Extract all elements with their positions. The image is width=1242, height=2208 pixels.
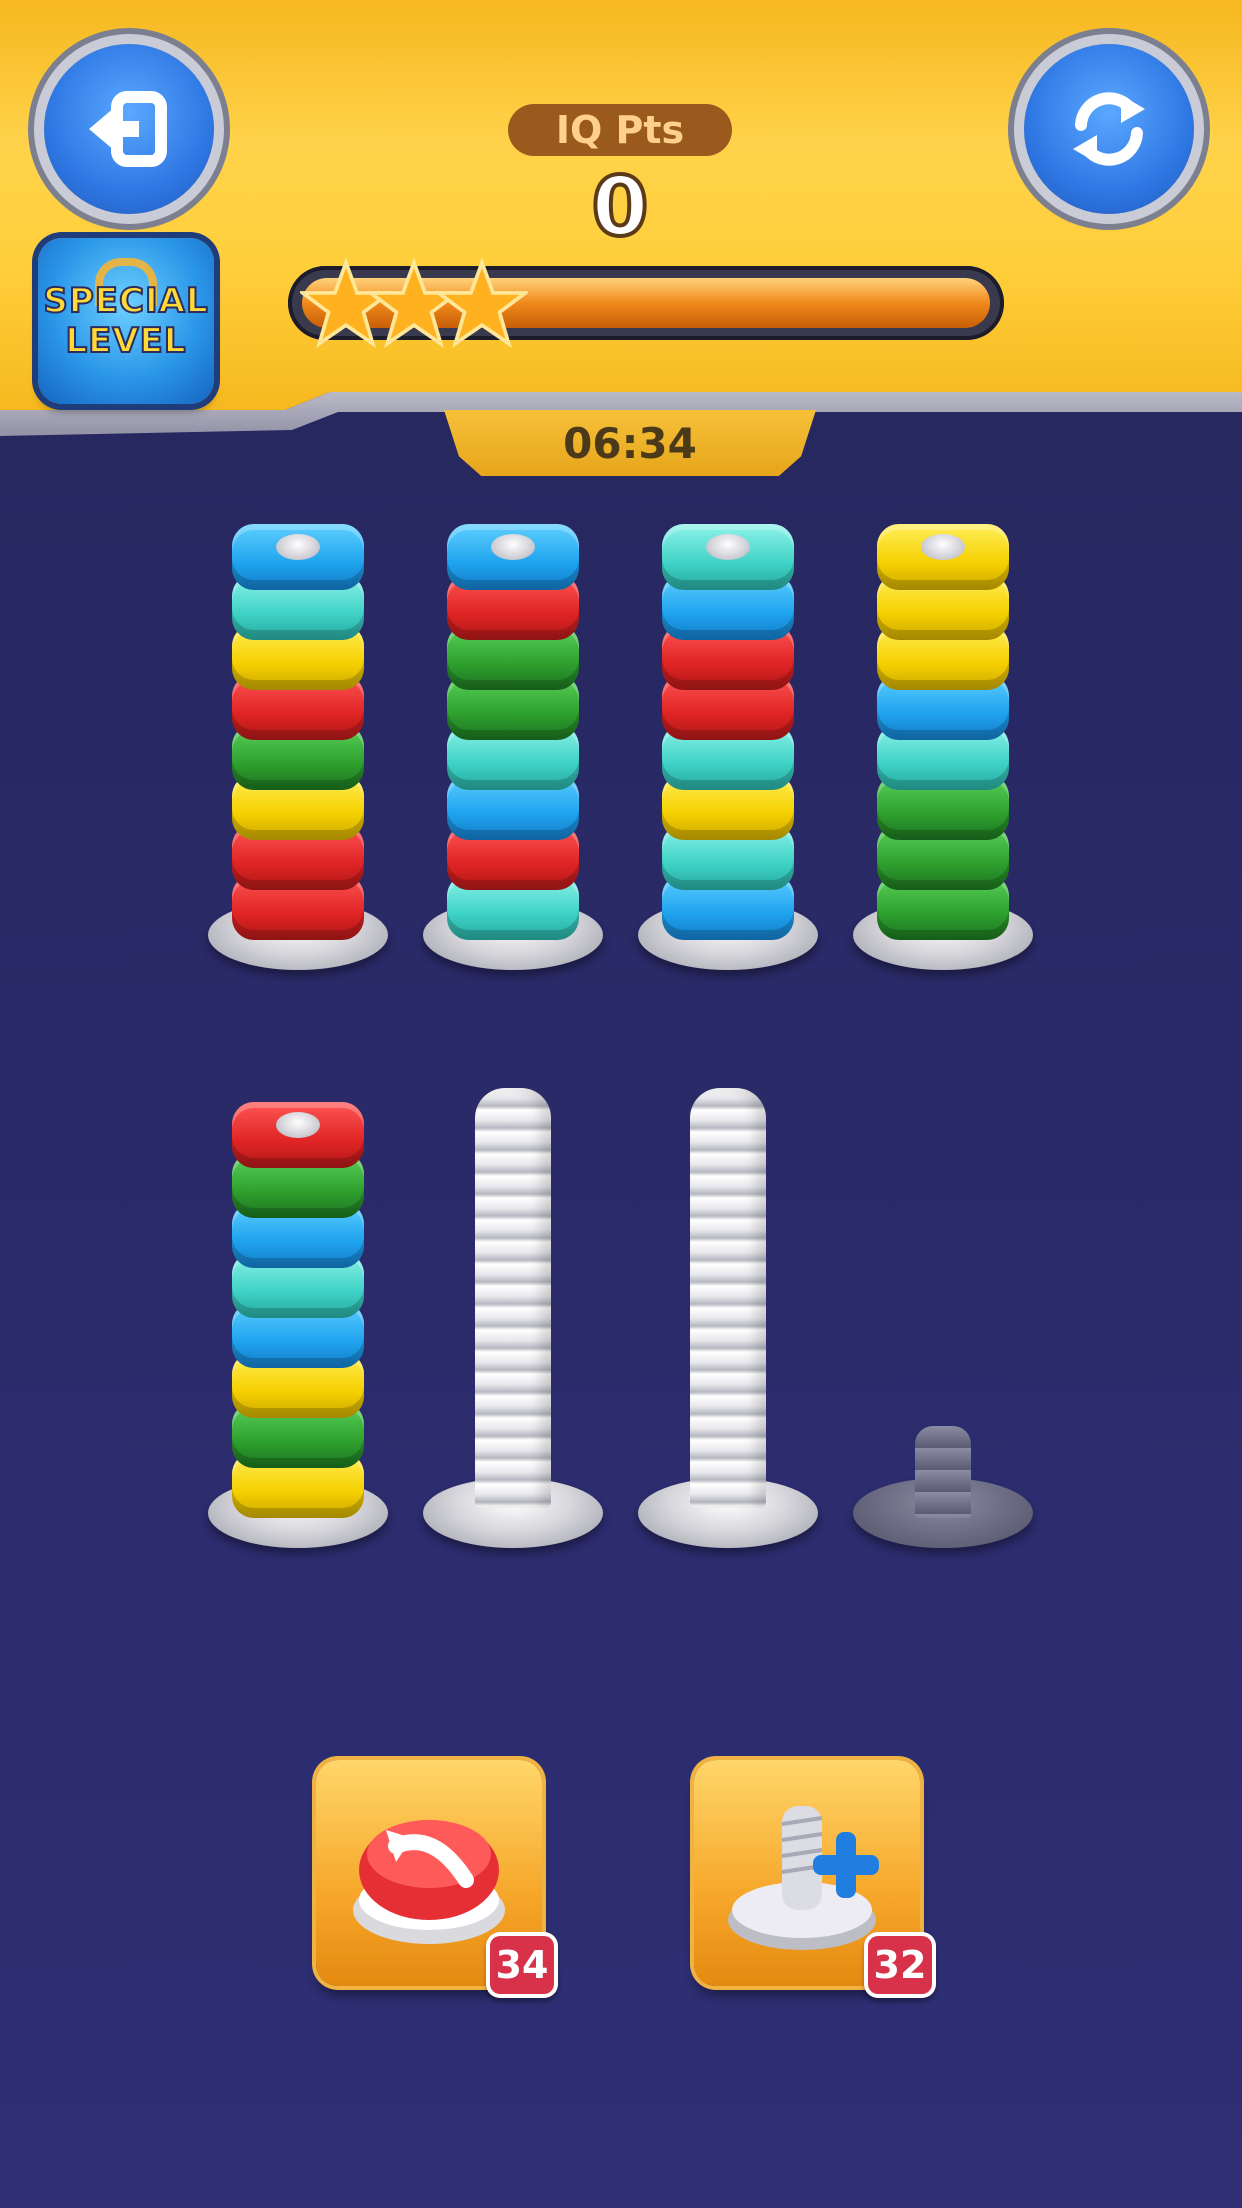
empty-screw-pole[interactable] [423, 1048, 603, 1548]
nut-yellow [877, 524, 1009, 590]
locked-screw-stub [915, 1426, 971, 1518]
exit-button[interactable] [44, 44, 214, 214]
level-timer: 06:34 [444, 410, 816, 476]
nut-teal [662, 524, 794, 590]
iq-points-value: 0 [589, 158, 650, 257]
special-level-line1: SPECIAL [42, 280, 209, 322]
undo-count-badge: 34 [486, 1932, 558, 1998]
threaded-screw [690, 1088, 766, 1508]
screw-pole[interactable] [208, 1048, 388, 1548]
exit-icon [89, 91, 167, 167]
special-level-line2: LEVEL [64, 320, 187, 362]
threaded-screw [475, 1088, 551, 1508]
screw-pole[interactable] [208, 470, 388, 970]
nut-red [232, 1102, 364, 1168]
screw-pole[interactable] [423, 470, 603, 970]
star-icon [436, 258, 528, 349]
add-screw-count-badge: 32 [864, 1932, 936, 1998]
nut-blue [232, 524, 364, 590]
special-level-button[interactable]: SPECIAL LEVEL [38, 238, 214, 404]
empty-screw-pole[interactable] [638, 1048, 818, 1548]
add-screw-button[interactable]: 32 [694, 1760, 936, 1998]
nut-blue [447, 524, 579, 590]
restart-icon [1073, 92, 1145, 166]
screw-pole[interactable] [638, 470, 818, 970]
iq-points-label: IQ Pts [508, 104, 732, 156]
screw-pole[interactable] [853, 470, 1033, 970]
locked-screw-slot[interactable] [853, 1048, 1033, 1548]
undo-button[interactable]: 34 [316, 1760, 558, 1998]
restart-button[interactable] [1024, 44, 1194, 214]
